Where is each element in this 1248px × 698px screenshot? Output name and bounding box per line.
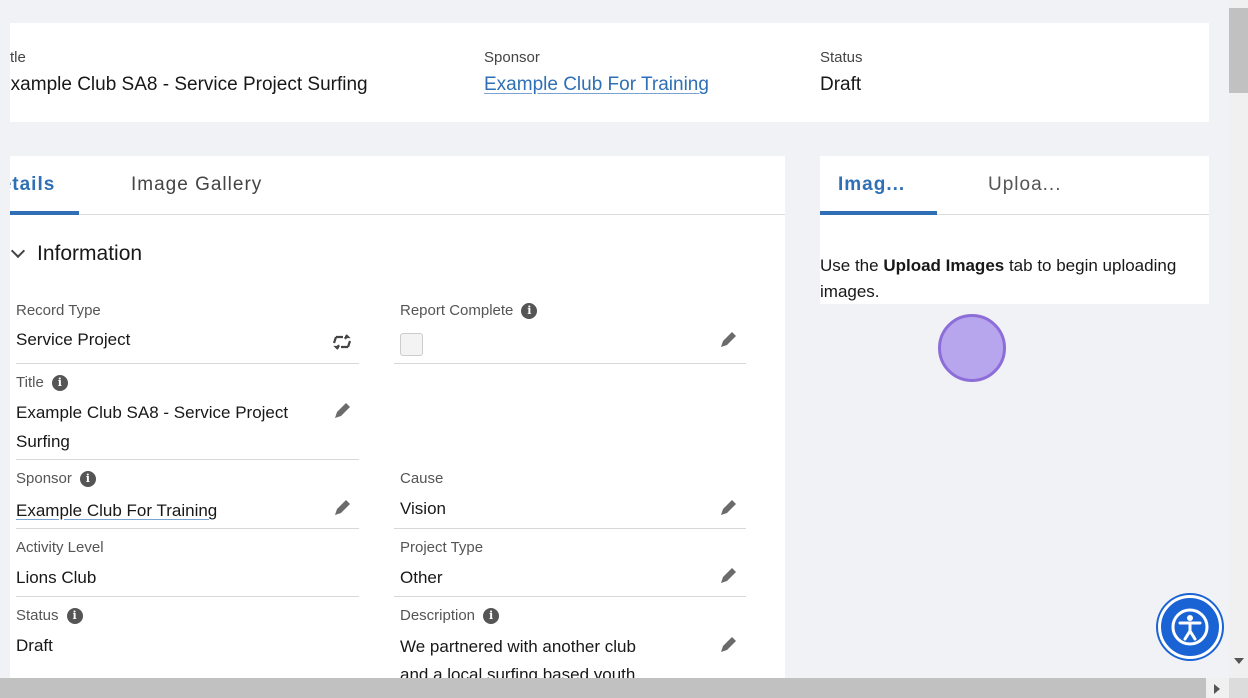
project-type-label: Project Type [400,539,484,556]
activity-level-value: Lions Club [16,568,97,587]
scroll-down-arrow-icon[interactable] [1234,658,1244,664]
info-icon[interactable]: i [66,608,83,624]
scroll-right-arrow-icon[interactable] [1214,684,1220,694]
information-section-header[interactable]: Information [10,242,142,266]
pencil-icon[interactable] [718,566,738,586]
header-sponsor-link[interactable]: Example Club For Training [484,74,709,96]
sponsor-link[interactable]: Example Club For Training [16,497,217,525]
divider [16,528,359,529]
description-label: Description i [400,607,500,624]
cause-label: Cause [400,470,444,487]
upload-images-tab-name: Upload Images [883,256,1005,275]
tab-images[interactable]: Imag... [838,174,905,196]
project-type-value: Other [400,568,443,587]
highlights-panel: Title Example Club SA8 - Service Project… [0,23,1209,122]
change-record-type-icon[interactable] [332,333,352,351]
cause-value: Vision [400,499,446,518]
vertical-scrollbar-thumb[interactable] [1229,8,1248,93]
title-value-line1: Example Club SA8 - Service Project [16,403,289,422]
active-tab-indicator [10,211,79,215]
header-status-label: Status [820,49,863,66]
divider [394,528,746,529]
accessibility-icon [1171,608,1209,646]
title-value-line2: Surfing [16,432,70,451]
section-title: Information [37,242,143,265]
record-details-panel: Details Image Gallery Information Record… [10,156,785,678]
divider [394,596,746,597]
accessibility-button[interactable] [1158,595,1222,659]
description-value-line2: and a local surfing based youth [400,665,636,678]
sponsor-label: Sponsor i [16,470,96,487]
divider [16,596,359,597]
status-label-text: Status [16,607,59,624]
header-status-value: Draft [820,74,862,95]
record-type-value: Service Project [16,330,131,349]
status-label: Status i [16,607,83,624]
upload-instructions: Use the Upload Images tab to begin uploa… [820,253,1190,305]
tab-image-gallery[interactable]: Image Gallery [131,174,262,196]
header-title-value: Example Club SA8 - Service Project Surfi… [0,74,368,95]
pencil-icon[interactable] [718,635,738,655]
description-value-line1: We partnered with another club [400,637,636,656]
sponsor-label-text: Sponsor [16,470,72,487]
tab-upload[interactable]: Uploa... [988,174,1061,196]
side-active-tab-indicator [820,211,937,215]
vertical-scrollbar[interactable] [1229,0,1248,678]
status-value: Draft [16,636,53,655]
title-label: Title i [16,374,68,391]
info-icon[interactable]: i [483,608,500,624]
scrollbar-corner [1229,678,1248,698]
tab-details[interactable]: Details [10,174,55,196]
pencil-icon[interactable] [718,498,738,518]
header-sponsor-label: Sponsor [484,49,540,66]
report-complete-checkbox[interactable] [400,333,423,356]
horizontal-scrollbar-thumb[interactable] [0,678,1206,698]
cursor-indicator [938,314,1006,382]
pencil-icon[interactable] [718,330,738,350]
chevron-down-icon [10,243,26,259]
description-label-text: Description [400,607,476,624]
report-complete-text: Report Complete [400,302,514,319]
info-icon[interactable]: i [79,471,96,487]
report-complete-label: Report Complete i [400,302,538,319]
detail-tabs: Details Image Gallery [10,156,785,215]
pencil-icon[interactable] [332,498,352,518]
info-icon[interactable]: i [521,303,538,319]
divider [394,363,746,364]
divider [16,459,359,460]
image-upload-panel: Imag... Uploa... Use the Upload Images t… [820,156,1209,304]
pencil-icon[interactable] [332,401,352,421]
record-type-label: Record Type [16,302,101,319]
info-icon[interactable]: i [51,375,68,391]
main-crop-edge [0,156,10,678]
side-tabs: Imag... Uploa... [820,156,1209,215]
activity-level-label: Activity Level [16,539,104,556]
header-crop-edge [0,23,10,122]
upload-instructions-prefix: Use the [820,256,884,275]
divider [16,363,359,364]
title-label-text: Title [16,374,44,391]
